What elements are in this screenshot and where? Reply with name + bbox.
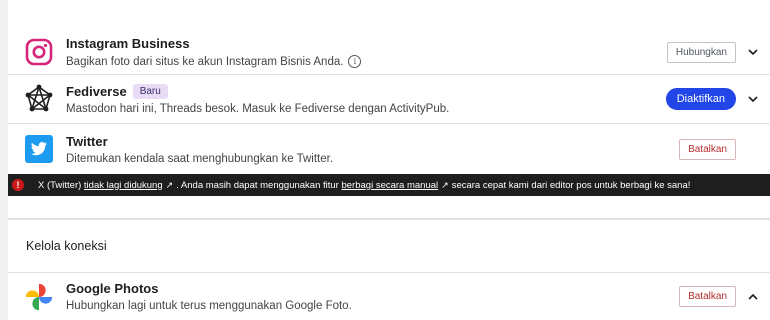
cancel-google-photos-button[interactable]: Batalkan	[679, 286, 736, 307]
section-gap	[8, 196, 770, 219]
external-link-icon: ↗	[165, 179, 174, 190]
connection-row-twitter: Twitter Ditemukan kendala saat menghubun…	[8, 123, 770, 174]
chevron-up-icon[interactable]	[736, 293, 770, 300]
new-badge: Baru	[132, 83, 168, 99]
notice-prefix: X (Twitter)	[38, 179, 82, 191]
connections-panel: Instagram Business Bagikan foto dari sit…	[8, 0, 770, 320]
connection-title: Fediverse	[66, 83, 127, 99]
info-icon[interactable]: i	[348, 55, 362, 68]
notice-middle: . Anda masih dapat menggunakan fitur	[176, 179, 339, 191]
connection-title: Instagram Business	[66, 36, 190, 51]
connection-title: Google Photos	[66, 281, 159, 296]
connection-description: Mastodon hari ini, Threads besok. Masuk …	[66, 102, 450, 115]
external-link-icon: ↗	[441, 179, 449, 190]
section-heading-text: Kelola koneksi	[26, 239, 107, 253]
twitter-unsupported-notice: ! X (Twitter) tidak lagi didukung ↗. Anda…	[8, 174, 770, 196]
notice-suffix: secara cepat kami dari editor pos untuk …	[451, 179, 691, 191]
connection-description: Ditemukan kendala saat menghubungkan ke …	[66, 152, 334, 165]
chevron-down-icon[interactable]	[736, 96, 770, 102]
connection-description: Bagikan foto dari situs ke akun Instagra…	[66, 55, 344, 68]
connection-row-fediverse: Fediverse Baru Mastodon hari ini, Thread…	[8, 74, 770, 123]
twitter-icon	[24, 134, 54, 164]
enabled-fediverse-button[interactable]: Diaktifkan	[665, 88, 736, 110]
error-icon: !	[12, 179, 24, 191]
connection-description: Hubungkan lagi untuk terus menggunakan G…	[66, 300, 352, 312]
google-photos-icon	[24, 282, 54, 312]
top-spacer	[8, 0, 770, 30]
chevron-down-icon[interactable]	[736, 49, 770, 55]
manual-sharing-link[interactable]: berbagi secara manual	[341, 180, 438, 191]
manage-connections-heading: Kelola koneksi	[8, 219, 770, 272]
connection-row-google-photos: Google Photos Hubungkan lagi untuk terus…	[8, 272, 770, 320]
not-supported-link[interactable]: tidak lagi didukung	[84, 180, 163, 191]
connection-title: Twitter	[66, 133, 108, 149]
fediverse-icon	[24, 84, 54, 114]
connect-instagram-button[interactable]: Hubungkan	[666, 41, 736, 63]
connection-row-instagram: Instagram Business Bagikan foto dari sit…	[8, 30, 770, 74]
instagram-icon	[24, 37, 54, 67]
cancel-twitter-button[interactable]: Batalkan	[679, 138, 736, 160]
